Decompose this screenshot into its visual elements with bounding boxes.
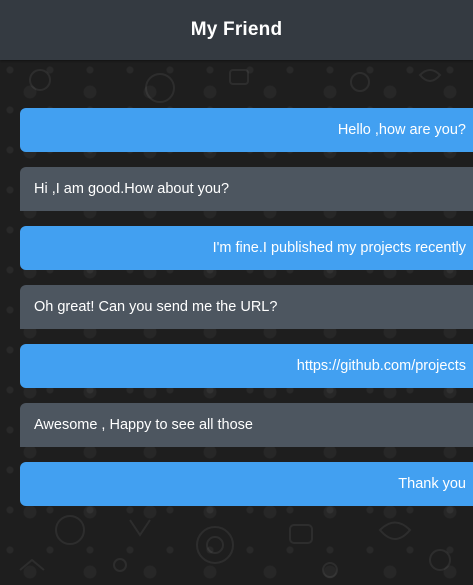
- message-text: https://github.com/projects: [296, 358, 466, 374]
- message-text: Awesome , Happy to see all those: [34, 417, 253, 433]
- message-bubble-sent[interactable]: I'm fine.I published my projects recentl…: [20, 226, 473, 270]
- message-bubble-received[interactable]: Oh great! Can you send me the URL?: [20, 285, 473, 329]
- message-bubble-received[interactable]: Hi ,I am good.How about you?: [20, 167, 473, 211]
- message-text: Thank you: [398, 476, 466, 492]
- message-text: I'm fine.I published my projects recentl…: [212, 240, 466, 256]
- message-text: Hi ,I am good.How about you?: [34, 181, 230, 197]
- message-list: Hello ,how are you? Hi ,I am good.How ab…: [20, 108, 473, 521]
- message-text: Hello ,how are you?: [337, 122, 466, 138]
- message-bubble-sent[interactable]: Thank you: [20, 462, 473, 506]
- contact-name-title: My Friend: [190, 19, 283, 40]
- message-bubble-received[interactable]: Awesome , Happy to see all those: [20, 403, 473, 447]
- message-bubble-sent[interactable]: Hello ,how are you?: [20, 108, 473, 152]
- message-bubble-sent[interactable]: https://github.com/projects: [20, 344, 473, 388]
- message-text: Oh great! Can you send me the URL?: [34, 299, 278, 315]
- chat-header: My Friend: [0, 0, 473, 60]
